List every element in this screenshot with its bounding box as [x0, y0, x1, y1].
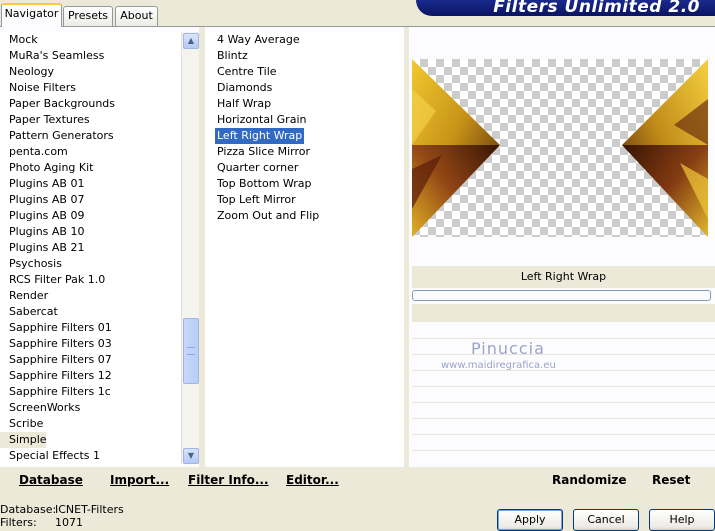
- param-row: [412, 420, 715, 435]
- category-item[interactable]: Sapphire Filters 1c: [0, 384, 181, 400]
- category-item[interactable]: penta.com: [0, 144, 181, 160]
- action-bar: Database Import... Filter Info... Editor…: [0, 467, 715, 493]
- cancel-button[interactable]: Cancel: [573, 509, 639, 531]
- category-item[interactable]: Plugins AB 09: [0, 208, 181, 224]
- watermark-url: www.maidiregrafica.eu: [441, 360, 556, 371]
- editor-button[interactable]: Editor...: [286, 471, 339, 489]
- filter-item[interactable]: Zoom Out and Flip: [205, 208, 404, 224]
- category-item[interactable]: Sapphire Filters 03: [0, 336, 181, 352]
- category-item[interactable]: Plugins AB 01: [0, 176, 181, 192]
- randomize-button[interactable]: Randomize: [552, 471, 626, 489]
- filter-item[interactable]: Centre Tile: [205, 64, 404, 80]
- category-item[interactable]: Sapphire Filters 01: [0, 320, 181, 336]
- scroll-thumb[interactable]: [183, 318, 199, 384]
- grip-icon: [187, 347, 195, 355]
- import-button[interactable]: Import...: [110, 471, 169, 489]
- filter-item[interactable]: Top Bottom Wrap: [205, 176, 404, 192]
- param-row: [412, 404, 715, 419]
- param-row: [412, 388, 715, 403]
- banner-title: Filters Unlimited 2.0: [493, 0, 700, 16]
- category-item[interactable]: Plugins AB 21: [0, 240, 181, 256]
- reset-button[interactable]: Reset: [652, 471, 690, 489]
- category-item[interactable]: Mock: [0, 32, 181, 48]
- category-item[interactable]: Paper Textures: [0, 112, 181, 128]
- param-row: [412, 436, 715, 451]
- category-item[interactable]: Sapphire Filters 07: [0, 352, 181, 368]
- help-button[interactable]: Help: [649, 509, 715, 531]
- filters-label: Filters:: [0, 516, 37, 529]
- category-item[interactable]: Sabercat: [0, 304, 181, 320]
- tab-presets[interactable]: Presets: [63, 6, 113, 26]
- param-row: [412, 372, 715, 387]
- category-item[interactable]: MuRa's Seamless: [0, 48, 181, 64]
- navigator-panel: Mock MuRa's Seamless Neology Noise Filters P…: [0, 26, 715, 493]
- preview-filter-name: Left Right Wrap: [412, 266, 715, 288]
- filter-item[interactable]: Horizontal Grain: [205, 112, 404, 128]
- preview-image: [412, 59, 708, 237]
- app-banner: Filters Unlimited 2.0: [416, 0, 715, 16]
- database-label: Database:: [0, 503, 57, 516]
- category-item[interactable]: RCS Filter Pak 1.0: [0, 272, 181, 288]
- preview-panel: Left Right Wrap Pinuccia www.maidiregraf…: [409, 27, 715, 467]
- category-item[interactable]: Psychosis: [0, 256, 181, 272]
- param-row: [412, 324, 715, 339]
- filter-item[interactable]: Diamonds: [205, 80, 404, 96]
- category-item[interactable]: Photo Aging Kit: [0, 160, 181, 176]
- category-item[interactable]: ScreenWorks: [0, 400, 181, 416]
- filter-item[interactable]: Quarter corner: [205, 160, 404, 176]
- tab-about[interactable]: About: [115, 6, 158, 26]
- tab-navigator[interactable]: Navigator: [1, 3, 62, 27]
- category-list[interactable]: Mock MuRa's Seamless Neology Noise Filters P…: [0, 32, 181, 466]
- param-row: [412, 340, 715, 355]
- category-item[interactable]: Special Effects 1: [0, 448, 181, 464]
- preview-artwork: [412, 59, 708, 237]
- filter-list[interactable]: 4 Way Average Blintz Centre Tile Diamonds Ha…: [205, 32, 404, 466]
- category-item[interactable]: Noise Filters: [0, 80, 181, 96]
- database-button[interactable]: Database: [19, 471, 83, 489]
- filter-item[interactable]: Blintz: [205, 48, 404, 64]
- category-item[interactable]: Plugins AB 10: [0, 224, 181, 240]
- category-item[interactable]: Neology: [0, 64, 181, 80]
- filter-item[interactable]: Half Wrap: [205, 96, 404, 112]
- category-item[interactable]: Sapphire Filters 12: [0, 368, 181, 384]
- category-item[interactable]: Paper Backgrounds: [0, 96, 181, 112]
- filters-count: 1071: [55, 516, 83, 529]
- category-item[interactable]: Plugins AB 07: [0, 192, 181, 208]
- filter-item[interactable]: Top Left Mirror: [205, 192, 404, 208]
- parameter-band: [412, 304, 715, 322]
- scroll-down-button[interactable]: ▼: [183, 448, 199, 464]
- category-scrollbar[interactable]: ▲ ▼: [181, 32, 199, 464]
- category-item[interactable]: Pattern Generators: [0, 128, 181, 144]
- scroll-up-button[interactable]: ▲: [183, 33, 199, 49]
- filter-item[interactable]: Left Right Wrap: [215, 128, 305, 144]
- tab-bar: Navigator Presets About: [0, 0, 420, 27]
- filter-info-button[interactable]: Filter Info...: [188, 471, 269, 489]
- category-item[interactable]: Render: [0, 288, 181, 304]
- database-value: ICNET-Filters: [55, 503, 124, 516]
- category-item[interactable]: Simple: [0, 432, 47, 448]
- filter-item[interactable]: 4 Way Average: [205, 32, 404, 48]
- filter-item[interactable]: Pizza Slice Mirror: [205, 144, 404, 160]
- category-item[interactable]: Scribe: [0, 416, 181, 432]
- progress-bar: [412, 290, 711, 301]
- watermark-name: Pinuccia: [471, 339, 545, 358]
- apply-button[interactable]: Apply: [497, 509, 563, 531]
